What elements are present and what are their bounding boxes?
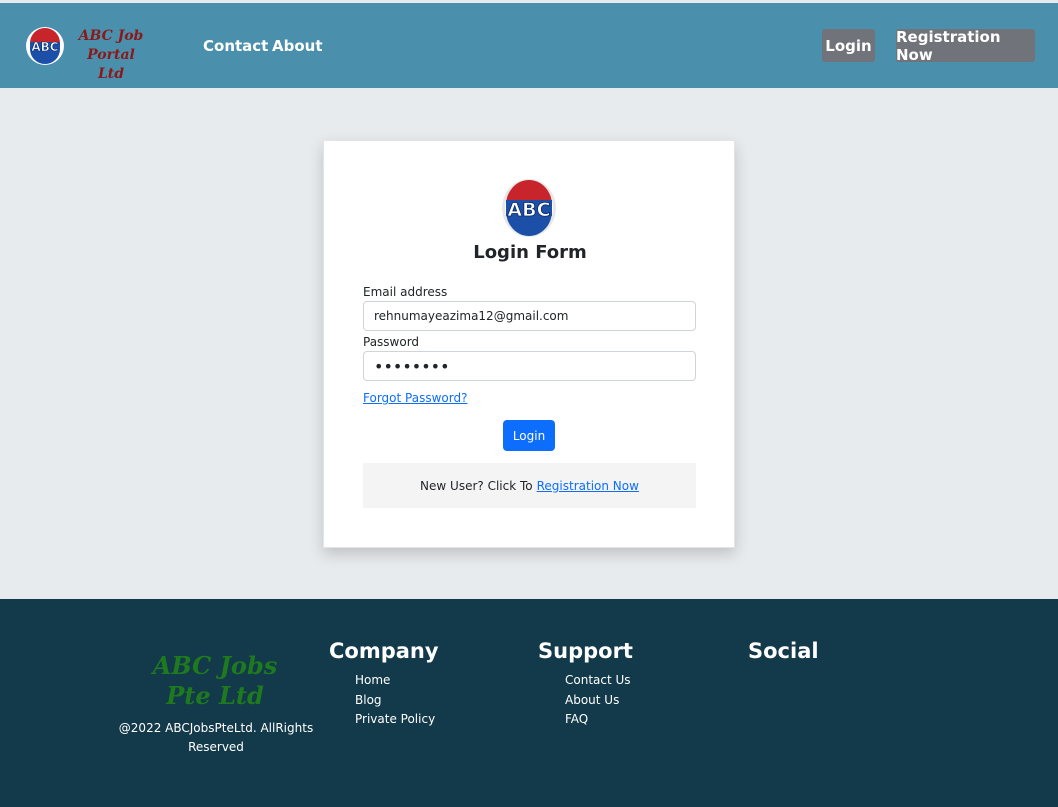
navbar: ABC ABC Job Portal Ltd Contact About Log… (0, 3, 1058, 88)
new-user-text: New User? Click To (420, 478, 533, 493)
footer-heading-support: Support (538, 639, 633, 663)
footer-heading-company: Company (329, 639, 439, 663)
footer-link-home[interactable]: Home (355, 671, 435, 691)
footer-brand: ABC Jobs Pte Ltd (130, 651, 300, 711)
login-card: ABC Login Form Email address rehnumayeaz… (323, 140, 735, 548)
footer-brand-line-1: ABC Jobs (152, 651, 278, 680)
abc-logo-icon: ABC (501, 178, 557, 238)
footer-link-private-policy[interactable]: Private Policy (355, 710, 435, 730)
password-label: Password (363, 335, 420, 349)
login-submit-button[interactable]: Login (503, 420, 555, 451)
copyright-text: @2022 ABCJobsPteLtd. AllRights Reserved (118, 721, 314, 754)
forgot-password-link[interactable]: Forgot Password? (363, 390, 467, 406)
footer-support-links: Contact Us About Us FAQ (565, 671, 631, 730)
svg-text:ABC: ABC (31, 40, 58, 54)
abc-logo-icon[interactable]: ABC (26, 27, 64, 65)
nav-login-button[interactable]: Login (822, 29, 875, 62)
password-field[interactable]: •••••••• (363, 351, 696, 381)
nav-link-contact[interactable]: Contact (203, 37, 268, 55)
nav-register-button[interactable]: Registration Now (896, 28, 1035, 64)
registration-link[interactable]: Registration Now (537, 479, 639, 493)
footer-link-blog[interactable]: Blog (355, 691, 435, 711)
footer: ABC Jobs Pte Ltd @2022 ABCJobsPteLtd. Al… (0, 599, 1058, 807)
new-user-box: New User? Click To Registration Now (363, 463, 696, 508)
footer-brand-line-2: Pte Ltd (166, 681, 264, 710)
svg-text:ABC: ABC (507, 199, 550, 221)
footer-link-contact-us[interactable]: Contact Us (565, 671, 631, 691)
brand-line-1: ABC Job (78, 28, 144, 44)
footer-company-links: Home Blog Private Policy (355, 671, 435, 730)
footer-link-faq[interactable]: FAQ (565, 710, 631, 730)
footer-link-about-us[interactable]: About Us (565, 691, 631, 711)
nav-link-about[interactable]: About (272, 37, 323, 55)
email-label: Email address (363, 285, 448, 299)
brand-line-2: Portal Ltd (87, 47, 135, 82)
email-field[interactable]: rehnumayeazima12@gmail.com (363, 301, 696, 331)
form-title: Login Form (473, 242, 587, 263)
footer-heading-social: Social (748, 639, 819, 663)
brand-name: ABC Job Portal Ltd (72, 27, 150, 84)
